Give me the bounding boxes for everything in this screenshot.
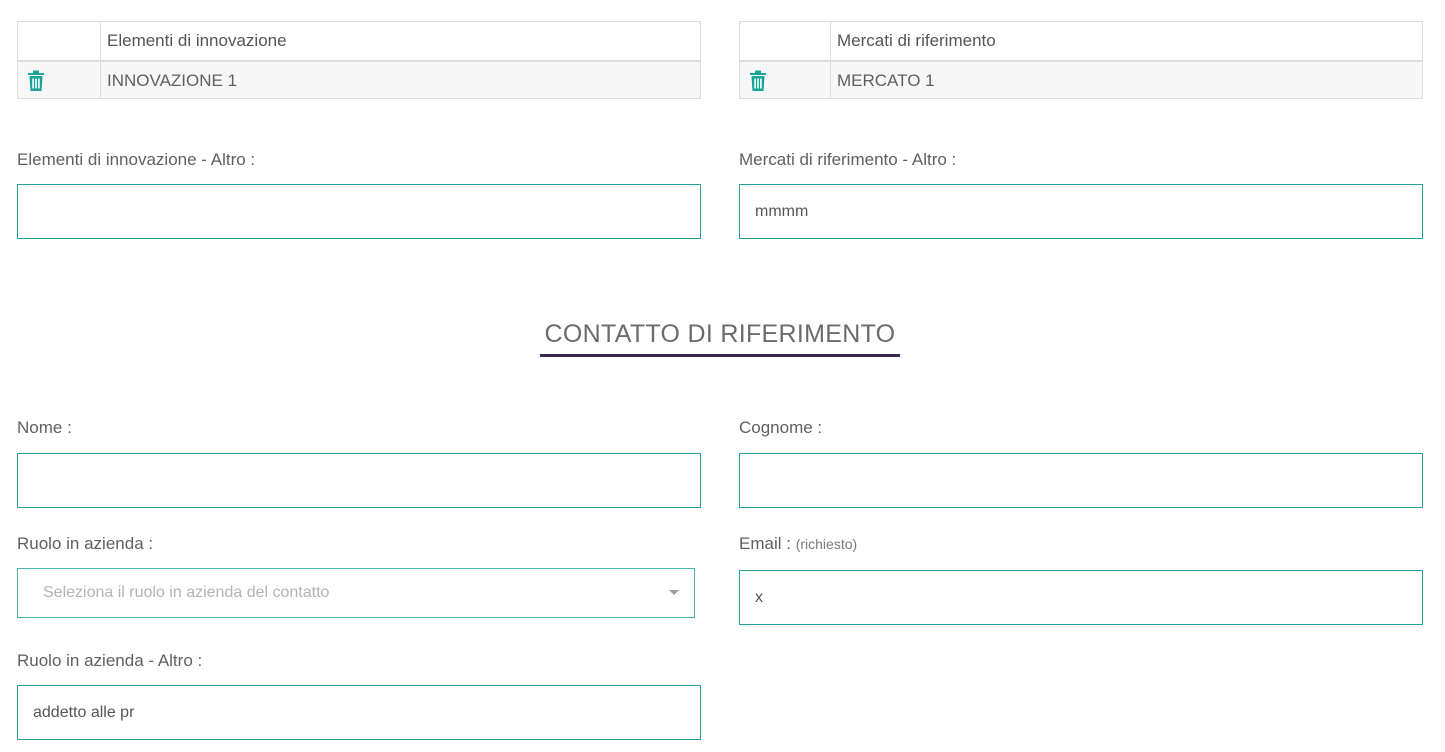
role-select-placeholder: Seleziona il ruolo in azienda del contat… — [43, 584, 330, 601]
markets-other-input[interactable] — [739, 184, 1423, 239]
column-divider — [830, 22, 831, 98]
trash-icon[interactable] — [748, 70, 768, 92]
table-row: MERCATO 1 — [740, 62, 1422, 98]
required-note: (richiesto) — [795, 536, 858, 552]
section-title: CONTATTO DI RIFERIMENTO — [544, 320, 896, 348]
first-name-input[interactable] — [17, 453, 701, 508]
role-label: Ruolo in azienda : — [17, 534, 154, 553]
last-name-label: Cognome : — [739, 418, 823, 437]
reference-markets-table: MERCATO 1 Mercati di riferimento — [739, 21, 1423, 99]
email-label-wrap: Email : (richiesto) — [739, 534, 857, 554]
email-input[interactable] — [739, 570, 1423, 625]
email-label: Email : — [739, 534, 791, 553]
caret-down-icon — [669, 590, 679, 595]
table-cell-value: MERCATO 1 — [837, 71, 935, 90]
table-header-label: Elementi di innovazione — [107, 31, 287, 50]
table-row: INNOVAZIONE 1 — [18, 62, 700, 98]
last-name-input[interactable] — [739, 453, 1423, 508]
section-title-underline — [540, 354, 900, 357]
trash-icon[interactable] — [26, 70, 46, 92]
role-select[interactable]: Seleziona il ruolo in azienda del contat… — [17, 568, 695, 618]
innovation-elements-table: INNOVAZIONE 1 Elementi di innovazione — [17, 21, 701, 99]
role-other-input[interactable] — [17, 685, 701, 740]
markets-other-label: Mercati di riferimento - Altro : — [739, 150, 957, 169]
table-header-label: Mercati di riferimento — [837, 31, 996, 50]
table-cell-value: INNOVAZIONE 1 — [107, 71, 238, 90]
first-name-label: Nome : — [17, 418, 72, 437]
role-other-label: Ruolo in azienda - Altro : — [17, 651, 203, 670]
innovation-other-label: Elementi di innovazione - Altro : — [17, 150, 256, 169]
column-divider — [100, 22, 101, 98]
innovation-other-input[interactable] — [17, 184, 701, 239]
